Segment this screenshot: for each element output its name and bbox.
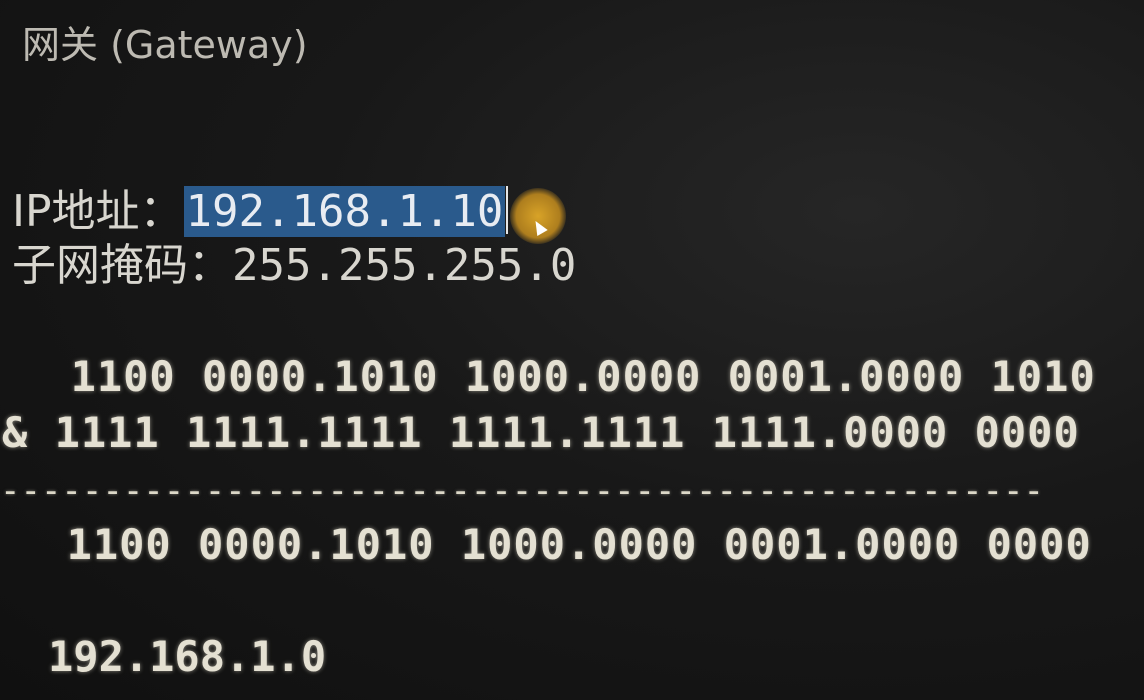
mask-value[interactable]: 255.255.255.0 [232,240,576,291]
subnet-mask-row: 子网掩码：255.255.255.0 [12,244,576,288]
network-address[interactable]: 192.168.1.0 [48,636,326,678]
divider-line: ----------------------------------------… [0,471,1044,511]
editor-screen: 网关 (Gateway) IP地址：192.168.1.10 子网掩码：255.… [0,0,1144,700]
mask-binary-line[interactable]: & 1111 1111.1111 1111.1111 1111.0000 000… [2,412,1080,454]
ip-value-selected[interactable]: 192.168.1.10 [183,186,506,237]
mask-label: 子网掩码： [12,240,232,291]
ip-label: IP地址： [12,186,184,237]
text-caret [506,186,509,234]
ip-binary-line[interactable]: 1100 0000.1010 1000.0000 0001.0000 1010 [18,356,1096,398]
ip-address-row: IP地址：192.168.1.10 [12,186,509,237]
result-binary-line[interactable]: 1100 0000.1010 1000.0000 0001.0000 0000 [14,524,1092,566]
page-title: 网关 (Gateway) [22,23,308,67]
